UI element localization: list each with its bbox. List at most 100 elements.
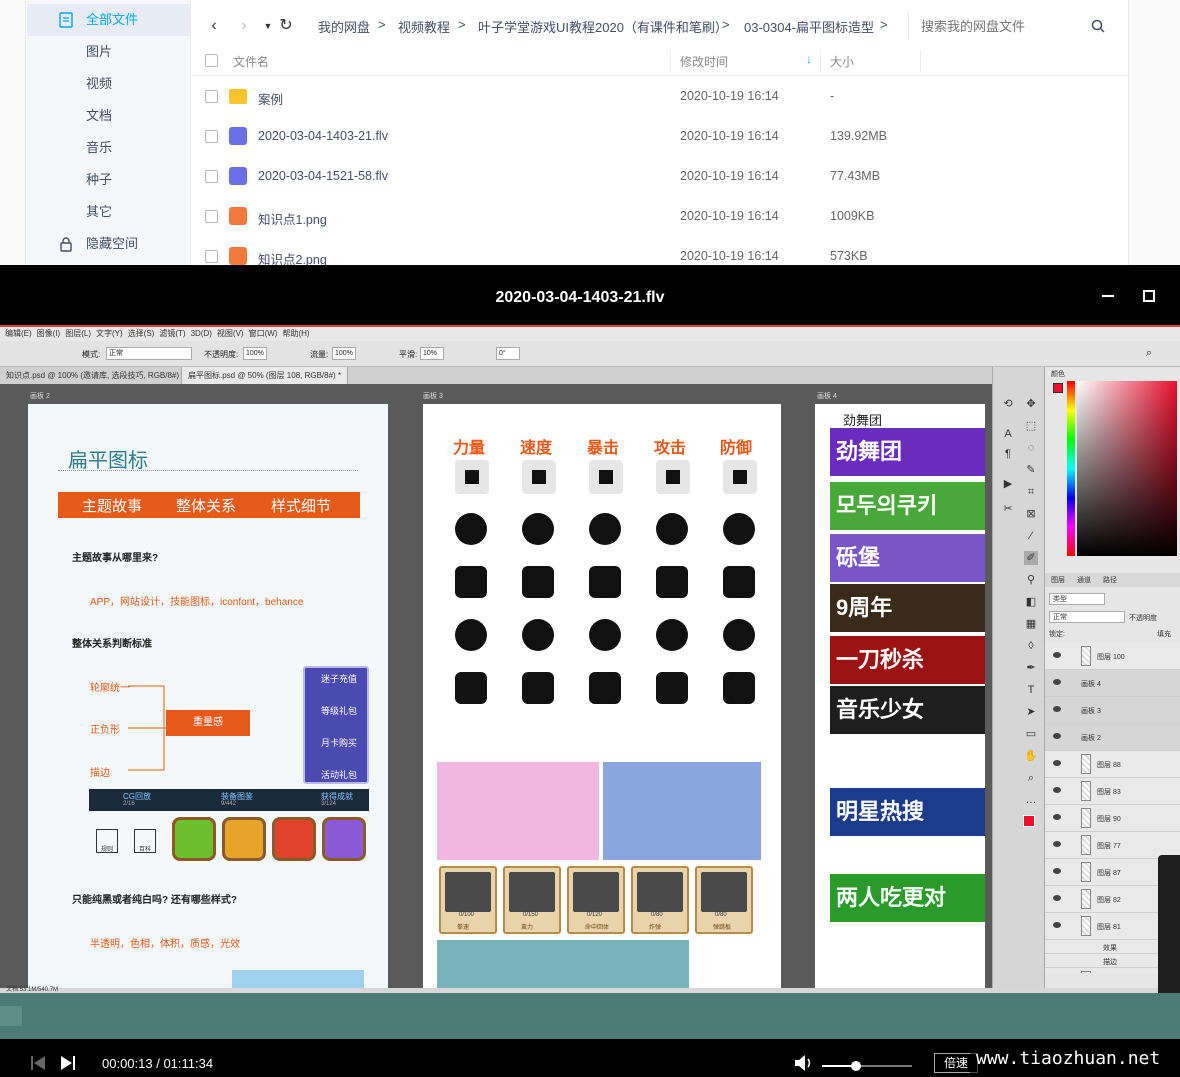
ps-menu-item[interactable]: 3D(D) [191, 327, 212, 341]
ps-menu-item[interactable]: 图像(I) [37, 327, 61, 341]
crop-tool-icon[interactable]: ⌗ [1024, 485, 1038, 499]
row-checkbox[interactable] [205, 250, 218, 263]
color-field[interactable] [1077, 381, 1177, 556]
eye-icon[interactable] [1053, 760, 1061, 766]
zoom-tool-icon[interactable]: ⌕ [1024, 771, 1038, 785]
flow-input[interactable]: 100% [332, 347, 356, 360]
refresh-icon[interactable]: ↻ [274, 14, 298, 38]
tab-channels[interactable]: 通道 [1077, 575, 1091, 585]
move-tool-icon[interactable]: ✥ [1024, 397, 1038, 411]
eye-icon[interactable] [1053, 679, 1061, 685]
angle-input[interactable]: 0° [496, 347, 520, 360]
quick-select-icon[interactable]: ✎ [1024, 463, 1038, 477]
tab-layers[interactable]: 图层 [1051, 575, 1065, 585]
search-icon[interactable]: ⌕ [1146, 347, 1152, 360]
tools-icon[interactable]: ✂ [1001, 502, 1015, 516]
paragraph-icon[interactable]: ¶ [1001, 447, 1015, 461]
sidebar-item-documents[interactable]: 文档 [27, 100, 191, 132]
layer-row[interactable]: 图层 88 [1045, 751, 1180, 778]
video-frame[interactable]: 编辑(E) 图像(I) 图层(L) 文字(Y) 选择(S) 滤镜(T) 3D(D) 视图(V)… [0, 325, 1180, 993]
sort-down-icon[interactable]: ↓ [806, 52, 812, 66]
pen-tool-icon[interactable]: ✒ [1024, 661, 1038, 675]
volume-icon[interactable] [794, 1054, 814, 1072]
row-checkbox[interactable] [205, 130, 218, 143]
mode-select[interactable]: 正常 [106, 347, 192, 360]
ps-menu-item[interactable]: 帮助(H) [282, 327, 309, 341]
ps-menu-item[interactable]: 滤镜(T) [159, 327, 185, 341]
layer-row[interactable]: 图层 100 [1045, 643, 1180, 670]
eye-icon[interactable] [1053, 706, 1061, 712]
eye-icon[interactable] [1053, 841, 1061, 847]
play-icon[interactable] [60, 1055, 76, 1071]
row-checkbox[interactable] [205, 210, 218, 223]
breadcrumb-item[interactable]: 03-0304-扁平图标造型 [744, 17, 874, 36]
shape-tool-icon[interactable]: ▭ [1024, 727, 1038, 741]
row-checkbox[interactable] [205, 170, 218, 183]
hue-slider[interactable] [1067, 381, 1075, 556]
frame-tool-icon[interactable]: ⊠ [1024, 507, 1038, 521]
foreground-color-swatch[interactable] [1023, 815, 1035, 827]
eye-icon[interactable] [1053, 895, 1061, 901]
layer-filter-select[interactable]: 类型 [1049, 593, 1105, 605]
back-button[interactable]: ‹ [202, 14, 226, 38]
ps-menu-item[interactable]: 编辑(E) [5, 327, 32, 341]
type-tool-icon[interactable]: T [1024, 683, 1038, 697]
select-all-checkbox[interactable] [205, 54, 218, 67]
ps-menu-item[interactable]: 文字(Y) [96, 327, 123, 341]
eye-icon[interactable] [1053, 868, 1061, 874]
eye-icon[interactable] [1053, 922, 1061, 928]
eye-icon[interactable] [1053, 733, 1061, 739]
path-select-icon[interactable]: ➤ [1024, 705, 1038, 719]
previous-icon[interactable] [30, 1055, 46, 1071]
row-checkbox[interactable] [205, 90, 218, 103]
search-input[interactable] [921, 16, 1081, 36]
lasso-tool-icon[interactable]: ◌ [1024, 441, 1038, 455]
stamp-tool-icon[interactable]: ⚲ [1024, 573, 1038, 587]
layer-row[interactable]: 画板 4 [1045, 670, 1180, 697]
breadcrumb-item[interactable]: 我的网盘 [318, 17, 370, 36]
table-row[interactable]: 案例 2020-10-19 16:14 - [192, 76, 1128, 116]
search-icon[interactable] [1091, 19, 1105, 33]
eye-icon[interactable] [1053, 652, 1061, 658]
opacity-input[interactable]: 100% [243, 347, 267, 360]
eraser-icon[interactable]: ◧ [1024, 595, 1038, 609]
breadcrumb-item[interactable]: 视频教程 [398, 17, 450, 36]
history-icon[interactable]: ⟲ [1001, 397, 1015, 411]
breadcrumb-item[interactable]: 叶子学堂游戏UI教程2020（有课件和笔刷） [478, 17, 728, 36]
more-tools-icon[interactable]: … [1024, 793, 1038, 807]
sidebar-item-all-files[interactable]: 全部文件 [27, 4, 191, 36]
minimize-button[interactable] [1102, 295, 1114, 297]
sidebar-item-videos[interactable]: 视频 [27, 68, 191, 100]
gradient-icon[interactable]: ▦ [1024, 617, 1038, 631]
brush-tool-icon[interactable]: ✐ [1024, 551, 1038, 565]
sidebar-item-torrents[interactable]: 种子 [27, 164, 191, 196]
progress-bar[interactable] [0, 993, 1180, 1039]
foreground-color-swatch[interactable] [1053, 383, 1063, 393]
smooth-input[interactable]: 10% [420, 347, 444, 360]
column-modified[interactable]: 修改时间 [680, 53, 728, 70]
layer-row[interactable]: 画板 3 [1045, 697, 1180, 724]
ps-menu-item[interactable]: 图层(L) [65, 327, 91, 341]
maximize-button[interactable] [1143, 290, 1155, 302]
sidebar-item-other[interactable]: 其它 [27, 196, 191, 228]
ps-menu-item[interactable]: 视图(V) [217, 327, 244, 341]
file-name[interactable]: 2020-03-04-1403-21.flv [258, 129, 388, 143]
sidebar-item-images[interactable]: 图片 [27, 36, 191, 68]
file-name[interactable]: 知识点1.png [258, 209, 327, 228]
blur-icon[interactable]: ◊ [1024, 639, 1038, 653]
tab-document-active[interactable]: 扁平图标.psd @ 50% (图层 108, RGB/8#) * [182, 367, 349, 384]
column-size[interactable]: 大小 [830, 53, 854, 70]
hand-tool-icon[interactable]: ✋ [1024, 749, 1038, 763]
volume-knob[interactable] [851, 1061, 862, 1071]
eye-icon[interactable] [1053, 814, 1061, 820]
layer-row[interactable]: 画板 2 [1045, 724, 1180, 751]
tab-paths[interactable]: 路径 [1103, 575, 1117, 585]
table-row[interactable]: 2020-03-04-1521-58.flv 2020-10-19 16:14 77… [192, 156, 1128, 196]
color-panel-tab[interactable]: 颜色 [1051, 369, 1065, 379]
column-name[interactable]: 文件名 [233, 53, 269, 70]
sidebar-item-music[interactable]: 音乐 [27, 132, 191, 164]
sidebar-item-hidden-space[interactable]: 隐藏空间 [27, 228, 191, 260]
table-row[interactable]: 知识点1.png 2020-10-19 16:14 1009KB [192, 196, 1128, 236]
character-icon[interactable]: A [1001, 427, 1015, 441]
ps-menu-item[interactable]: 窗口(W) [249, 327, 278, 341]
